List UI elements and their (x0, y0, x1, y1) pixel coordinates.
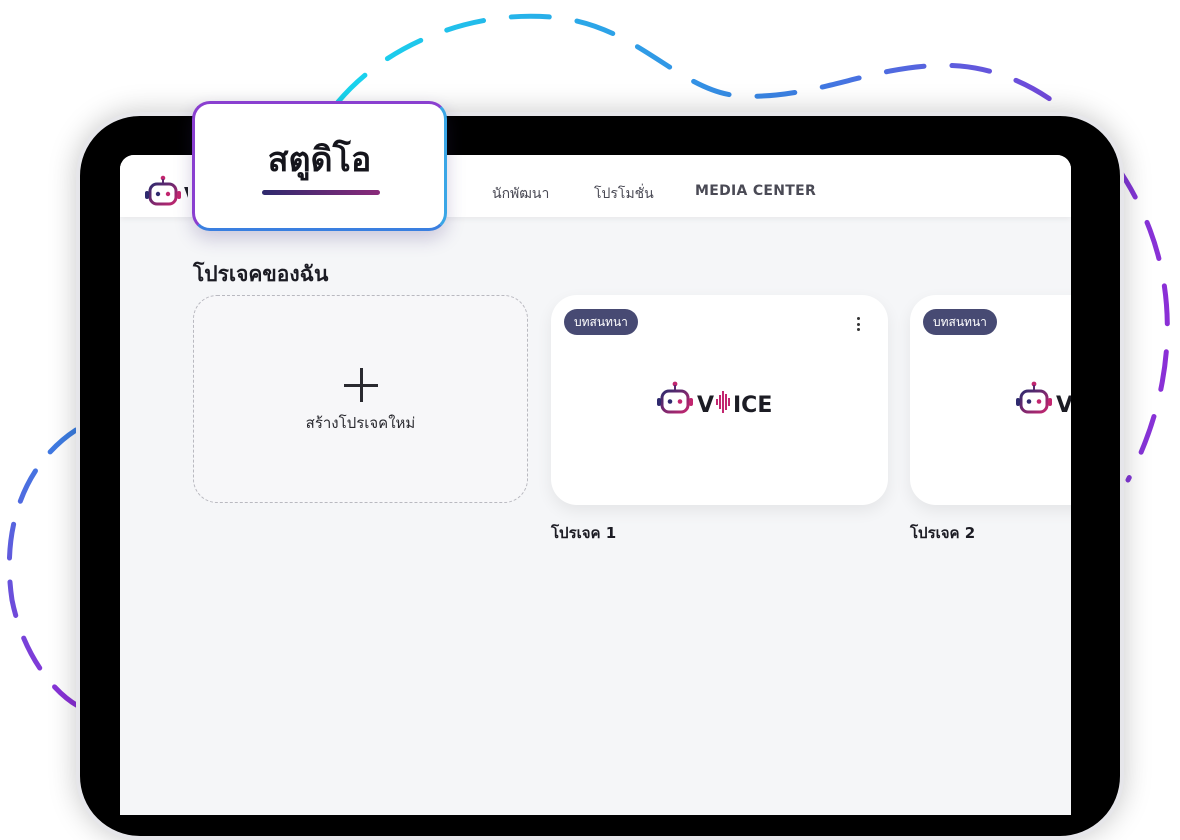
svg-text:V: V (184, 183, 188, 207)
active-tab-underline (262, 190, 380, 195)
app-screen: V นักพัฒนา โปรโมชั่น MEDIA CENTER โปรเจค… (120, 155, 1071, 815)
nav-link-developer[interactable]: นักพัฒนา (492, 183, 549, 205)
nav-link-promotion[interactable]: โปรโมชั่น (594, 183, 654, 205)
svg-text:ICE: ICE (733, 393, 772, 418)
more-options-icon[interactable] (857, 317, 861, 334)
voice-logo: V ICE (657, 381, 772, 418)
category-badge: บทสนทนา (923, 309, 997, 335)
create-project-card[interactable]: สร้างโปรเจคใหม่ (193, 295, 528, 503)
project-name[interactable]: โปรเจค 2 (910, 521, 975, 545)
create-project-label: สร้างโปรเจคใหม่ (305, 414, 416, 432)
svg-text:V: V (1056, 393, 1071, 418)
robot-head-icon: V (145, 175, 200, 207)
section-title: โปรเจคของฉัน (193, 262, 329, 286)
plus-icon (344, 368, 380, 404)
project-card[interactable]: บทสนทนา V (910, 295, 1071, 505)
brand-logo[interactable]: V (142, 175, 200, 213)
project-card[interactable]: บทสนทนา V ICE (551, 295, 888, 505)
voice-logo: V (1016, 381, 1071, 418)
project-name[interactable]: โปรเจค 1 (551, 521, 616, 545)
nav-link-media-center[interactable]: MEDIA CENTER (695, 183, 816, 199)
svg-text:V: V (697, 393, 714, 418)
studio-tab-label: สตูดิโอ (267, 140, 372, 180)
category-badge: บทสนทนา (564, 309, 638, 335)
studio-tab[interactable]: สตูดิโอ (192, 101, 447, 231)
